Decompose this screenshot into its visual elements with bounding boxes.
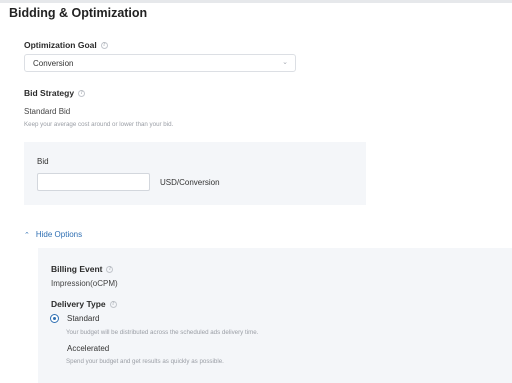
hide-options-toggle[interactable]: ⌃ Hide Options [24, 230, 82, 239]
radio-unchecked-icon[interactable] [50, 344, 59, 353]
delivery-type-label: Delivery Type [51, 299, 106, 309]
hide-options-label: Hide Options [35, 230, 83, 239]
optimization-goal-select[interactable]: Conversion ⌄ [24, 54, 296, 72]
bid-label: Bid [37, 157, 49, 166]
optimization-goal-label-row: Optimization Goal ? [24, 40, 108, 50]
accelerated-option-label: Accelerated [67, 344, 110, 353]
delivery-type-label-row: Delivery Type ? [51, 299, 117, 309]
top-divider [0, 0, 512, 3]
standard-option-description: Your budget will be distributed across t… [66, 329, 259, 336]
optimization-goal-value: Conversion [33, 58, 74, 68]
delivery-type-accelerated-radio[interactable]: Accelerated [50, 344, 109, 353]
bid-input[interactable] [37, 173, 150, 191]
billing-event-value: Impression(oCPM) [51, 279, 118, 288]
info-circle-icon[interactable]: ? [109, 300, 117, 308]
accelerated-option-description: Spend your budget and get results as qui… [66, 358, 224, 365]
bid-strategy-help: Keep your average cost around or lower t… [24, 121, 174, 128]
info-circle-icon[interactable]: ? [78, 89, 86, 97]
bid-strategy-label: Bid Strategy [24, 88, 75, 98]
billing-event-label-row: Billing Event ? [51, 264, 114, 274]
bid-unit: USD/Conversion [160, 178, 220, 187]
standard-option-label: Standard [67, 314, 100, 323]
info-circle-icon[interactable]: ? [106, 265, 114, 273]
radio-checked-icon[interactable] [50, 314, 59, 323]
info-circle-icon[interactable]: ? [100, 41, 108, 49]
chevron-down-icon: ⌄ [282, 58, 288, 66]
delivery-type-standard-radio[interactable]: Standard [50, 314, 99, 323]
bid-panel: Bid USD/Conversion [24, 142, 366, 205]
billing-event-label: Billing Event [51, 264, 103, 274]
optimization-goal-label: Optimization Goal [24, 40, 97, 50]
bid-strategy-value: Standard Bid [24, 107, 71, 116]
double-chevron-up-icon: ⌃ [24, 230, 30, 239]
section-title: Bidding & Optimization [9, 6, 148, 20]
bid-strategy-label-row: Bid Strategy ? [24, 88, 86, 98]
